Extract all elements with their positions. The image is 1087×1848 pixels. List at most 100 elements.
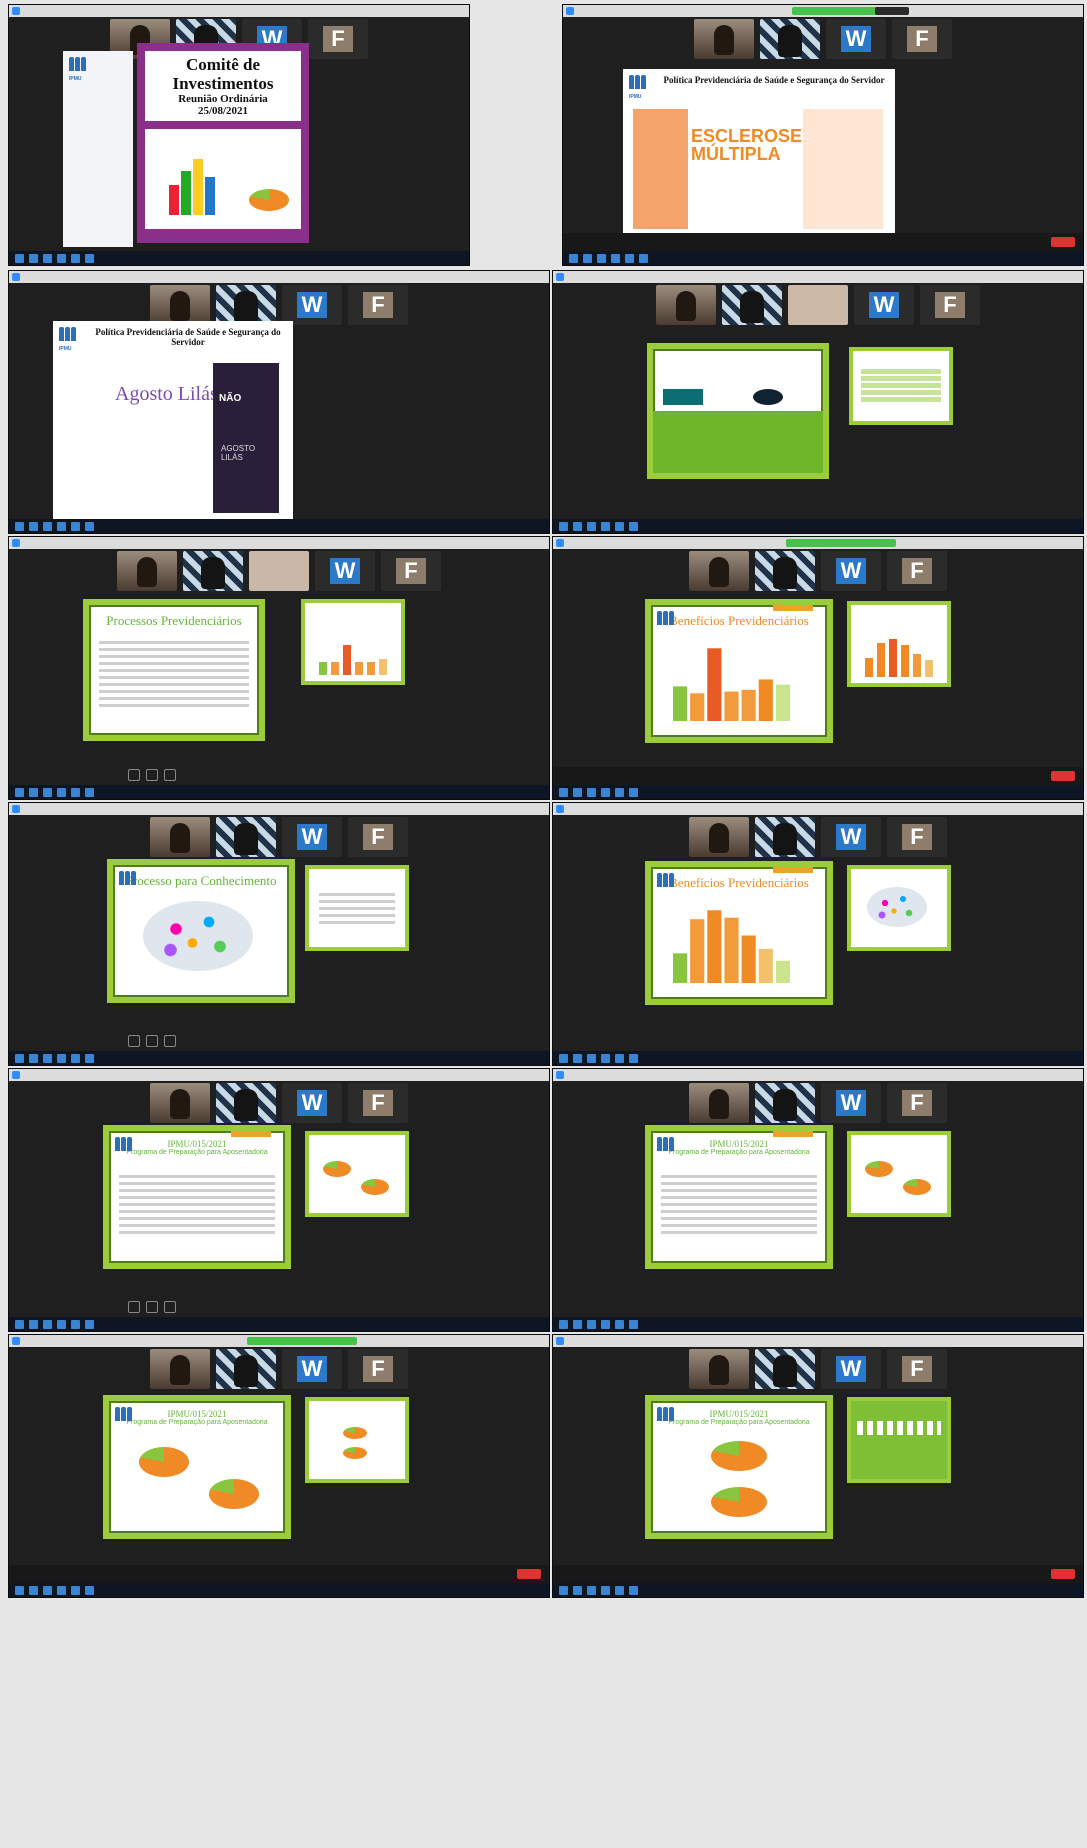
zoom-titlebar	[563, 5, 1083, 17]
participant-f-tile[interactable]: F	[348, 285, 408, 325]
slide-thumbnail[interactable]	[305, 865, 409, 951]
participant-video[interactable]	[656, 285, 716, 325]
chart-bar	[673, 686, 688, 721]
participant-video[interactable]	[216, 817, 276, 857]
zoom-icon	[12, 539, 20, 547]
participant-strip: W F	[553, 1083, 1083, 1127]
pen-icon[interactable]	[127, 769, 140, 781]
participant-w-tile[interactable]: W	[282, 285, 342, 325]
avatar-icon: F	[902, 558, 932, 584]
slide-thumbnail[interactable]	[301, 599, 405, 685]
end-meeting-icon[interactable]	[1051, 1569, 1075, 1579]
participant-video[interactable]	[216, 285, 276, 325]
participant-w-tile[interactable]: W	[282, 817, 342, 857]
policy-title: Política Previdenciária de Saúde e Segur…	[663, 75, 885, 85]
participant-f-tile[interactable]: F	[920, 285, 980, 325]
end-meeting-icon[interactable]	[1051, 237, 1075, 247]
participant-f-tile[interactable]: F	[887, 1083, 947, 1123]
slide-thumbnail[interactable]	[847, 1131, 951, 1217]
participant-video[interactable]	[755, 1083, 815, 1123]
badge-text: NÃO	[219, 393, 242, 404]
participant-f-tile[interactable]: F	[887, 817, 947, 857]
participant-f-tile[interactable]: F	[348, 1349, 408, 1389]
pen-icon[interactable]	[127, 1301, 140, 1313]
slide-sidepanel: IPMU	[63, 51, 133, 247]
ipmu-logo	[657, 873, 679, 893]
participant-w-tile[interactable]: W	[282, 1349, 342, 1389]
avatar-icon: F	[363, 1356, 393, 1382]
participant-strip: W F	[553, 285, 1083, 329]
participant-video[interactable]	[183, 551, 243, 591]
slide-thumbnail[interactable]	[305, 1397, 409, 1483]
grid-icon[interactable]	[145, 769, 158, 781]
participant-video[interactable]	[722, 285, 782, 325]
end-meeting-icon[interactable]	[1051, 771, 1075, 781]
participant-f-tile[interactable]: F	[892, 19, 952, 59]
policy-title: Política Previdenciária de Saúde e Segur…	[95, 327, 281, 347]
main-slide: IPMU/015/2021 Programa de Preparação par…	[103, 1125, 291, 1269]
participant-video[interactable]	[117, 551, 177, 591]
main-slide: IPMU/015/2021 Programa de Preparação par…	[645, 1395, 833, 1539]
avatar-icon: F	[902, 824, 932, 850]
participant-video[interactable]	[755, 551, 815, 591]
participant-f-tile[interactable]: F	[348, 1083, 408, 1123]
participant-f-tile[interactable]: F	[381, 551, 441, 591]
main-slide: IPMU/015/2021 Programa de Preparação par…	[103, 1395, 291, 1539]
screenshot-10: W F IPMU/015/2021 Programa de Preparação…	[552, 1068, 1084, 1332]
word-icon: W	[836, 824, 866, 850]
participant-video[interactable]	[216, 1349, 276, 1389]
zoom-titlebar	[9, 1335, 549, 1347]
participant-w-tile[interactable]: W	[826, 19, 886, 59]
participant-video[interactable]	[689, 1349, 749, 1389]
screenshot-5: W F Processos Previdenciários	[8, 536, 550, 800]
zoom-icon[interactable]	[163, 1035, 176, 1047]
zoom-icon[interactable]	[163, 769, 176, 781]
slide-thumbnail[interactable]	[305, 1131, 409, 1217]
avatar-icon: F	[902, 1090, 932, 1116]
participant-video[interactable]	[755, 1349, 815, 1389]
participant-video[interactable]	[150, 817, 210, 857]
participant-w-tile[interactable]: W	[821, 551, 881, 591]
screenshot-12: W F IPMU/015/2021 Programa de Preparação…	[552, 1334, 1084, 1598]
participant-video[interactable]	[216, 1083, 276, 1123]
zoom-icon	[566, 7, 574, 15]
word-icon: W	[836, 1356, 866, 1382]
participant-f-tile[interactable]: F	[348, 817, 408, 857]
word-cloud-image	[143, 901, 253, 971]
participant-w-tile[interactable]: W	[282, 1083, 342, 1123]
participant-w-tile[interactable]: W	[821, 817, 881, 857]
pen-icon[interactable]	[127, 1035, 140, 1047]
slide-thumbnail[interactable]	[847, 865, 951, 951]
zoom-titlebar	[9, 537, 549, 549]
grid-icon[interactable]	[145, 1301, 158, 1313]
participant-video[interactable]	[150, 1349, 210, 1389]
participant-video[interactable]	[689, 1083, 749, 1123]
participant-w-tile[interactable]: W	[821, 1083, 881, 1123]
participant-w-tile[interactable]: W	[821, 1349, 881, 1389]
participant-video[interactable]	[788, 285, 848, 325]
main-slide: IPMU/015/2021 Programa de Preparação par…	[645, 1125, 833, 1269]
avatar-icon: F	[935, 292, 965, 318]
participant-video[interactable]	[755, 817, 815, 857]
slide-thumbnail[interactable]	[847, 1397, 951, 1483]
participant-strip: W F	[9, 551, 549, 595]
participant-video[interactable]	[760, 19, 820, 59]
participant-video[interactable]	[150, 285, 210, 325]
participant-f-tile[interactable]: F	[887, 1349, 947, 1389]
participant-video[interactable]	[689, 551, 749, 591]
chart-bar	[690, 693, 705, 721]
participant-video[interactable]	[694, 19, 754, 59]
participant-video[interactable]	[150, 1083, 210, 1123]
slide-thumbnail[interactable]	[847, 601, 951, 687]
participant-video[interactable]	[249, 551, 309, 591]
participant-w-tile[interactable]: W	[854, 285, 914, 325]
participant-f-tile[interactable]: F	[887, 551, 947, 591]
zoom-controls	[9, 1565, 549, 1583]
participant-video[interactable]	[689, 817, 749, 857]
slide-thumbnail[interactable]	[849, 347, 953, 425]
zoom-icon[interactable]	[163, 1301, 176, 1313]
participant-f-tile[interactable]: F	[308, 19, 368, 59]
grid-icon[interactable]	[145, 1035, 158, 1047]
end-meeting-icon[interactable]	[517, 1569, 541, 1579]
participant-w-tile[interactable]: W	[315, 551, 375, 591]
